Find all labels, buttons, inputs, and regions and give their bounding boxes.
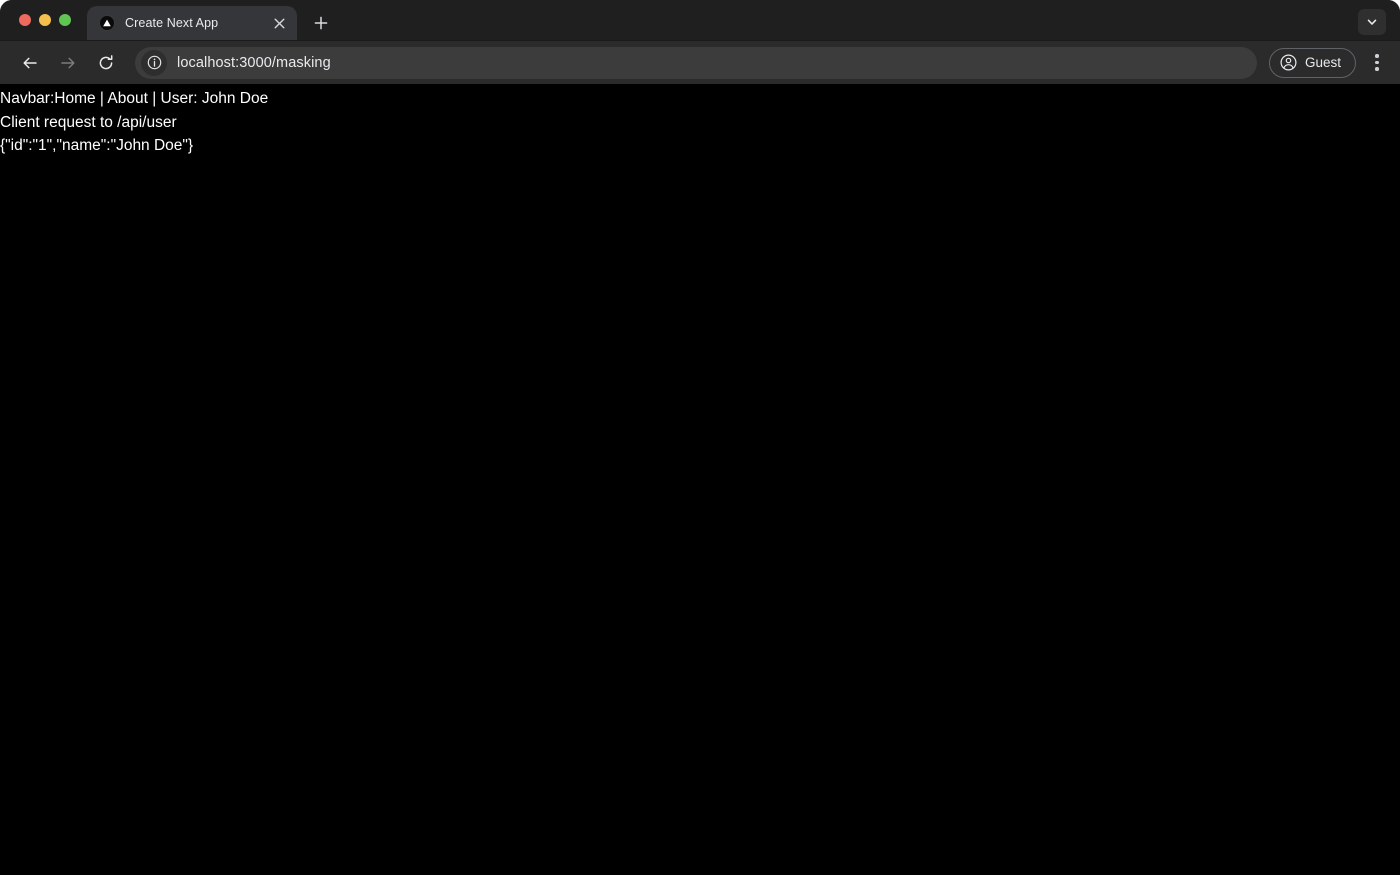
page-content: Navbar:Home | About | User: John Doe Cli… xyxy=(0,84,1400,158)
close-icon[interactable] xyxy=(269,13,289,33)
navbar-line: Navbar:Home | About | User: John Doe xyxy=(0,90,269,107)
menu-dot xyxy=(1375,67,1379,71)
profile-label: Guest xyxy=(1304,55,1341,70)
browser-tab-active[interactable]: Create Next App xyxy=(87,6,297,40)
browser-toolbar: localhost:3000/masking Guest xyxy=(0,40,1400,84)
profile-button[interactable]: Guest xyxy=(1268,47,1356,78)
address-bar-url[interactable]: localhost:3000/masking xyxy=(177,55,331,71)
window-traffic-lights xyxy=(0,0,81,40)
menu-dots xyxy=(1375,54,1379,71)
arrow-right-icon[interactable] xyxy=(52,47,84,79)
page-viewport: Navbar:Home | About | User: John Doe Cli… xyxy=(0,84,1400,875)
three-dot-menu-icon[interactable] xyxy=(1364,48,1390,78)
client-request-line: Client request to /api/user xyxy=(0,113,177,131)
tab-title: Create Next App xyxy=(125,16,219,30)
nextjs-triangle-icon xyxy=(99,15,115,31)
chevron-down-icon[interactable] xyxy=(1358,9,1386,35)
info-circle-icon[interactable] xyxy=(141,49,167,76)
api-response-json: {"id":"1","name":"John Doe"} xyxy=(0,137,194,154)
menu-dot xyxy=(1375,60,1379,65)
new-tab-button[interactable] xyxy=(307,9,335,37)
reload-icon[interactable] xyxy=(90,47,122,79)
window-close-button[interactable] xyxy=(19,14,31,26)
arrow-left-icon[interactable] xyxy=(14,47,46,79)
window-maximize-button[interactable] xyxy=(59,14,71,26)
menu-dot xyxy=(1375,54,1379,58)
account-circle-icon xyxy=(1280,54,1297,71)
browser-window: Create Next App localhost:3000/masking G… xyxy=(0,0,1400,875)
address-bar[interactable]: localhost:3000/masking xyxy=(135,46,1257,79)
window-minimize-button[interactable] xyxy=(39,14,51,26)
tab-strip: Create Next App xyxy=(0,0,1400,40)
